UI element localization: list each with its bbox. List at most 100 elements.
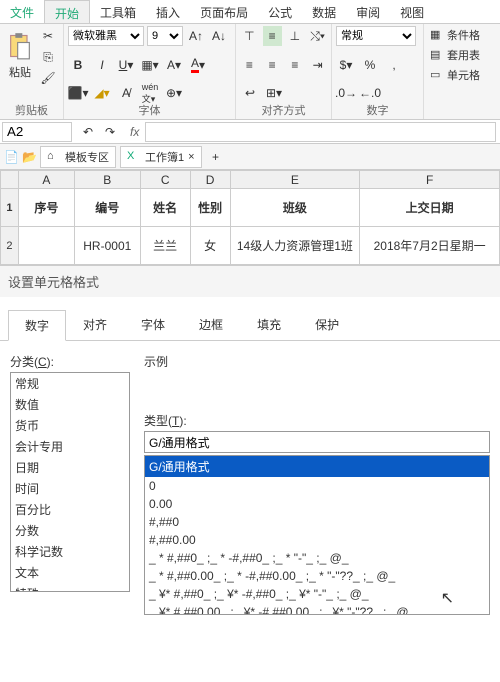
currency-icon[interactable]: $▾ bbox=[336, 55, 356, 75]
col-header-c[interactable]: C bbox=[140, 171, 190, 189]
tab-border[interactable]: 边框 bbox=[182, 309, 240, 340]
enter-icon[interactable]: ↷ bbox=[100, 122, 120, 142]
fill-color-icon[interactable]: ⬛▾ bbox=[68, 83, 88, 103]
menu-layout[interactable]: 页面布局 bbox=[190, 0, 258, 23]
category-item[interactable]: 特殊 bbox=[11, 583, 129, 592]
category-item[interactable]: 科学记数 bbox=[11, 541, 129, 562]
font-color-icon[interactable]: A▾ bbox=[188, 55, 208, 75]
font-name-select[interactable]: 微软雅黑 bbox=[68, 26, 144, 46]
row-header-2[interactable]: 2 bbox=[1, 227, 19, 265]
col-header-d[interactable]: D bbox=[190, 171, 230, 189]
category-item[interactable]: 分数 bbox=[11, 520, 129, 541]
menu-review[interactable]: 审阅 bbox=[346, 0, 390, 23]
increase-font-icon[interactable]: A↑ bbox=[186, 26, 206, 46]
col-header-e[interactable]: E bbox=[230, 171, 360, 189]
align-left-icon[interactable]: ≡ bbox=[240, 55, 259, 75]
category-item[interactable]: 日期 bbox=[11, 457, 129, 478]
workbook-tab[interactable]: X工作簿1× bbox=[120, 146, 202, 168]
menu-formulas[interactable]: 公式 bbox=[258, 0, 302, 23]
menu-view[interactable]: 视图 bbox=[390, 0, 434, 23]
cell[interactable]: 兰兰 bbox=[140, 227, 190, 265]
format-painter-icon[interactable]: 🖌 bbox=[38, 68, 58, 88]
close-tab-icon[interactable]: × bbox=[188, 151, 194, 163]
orientation-icon[interactable]: ⤭▾ bbox=[308, 26, 327, 46]
copy-icon[interactable]: ⎘ bbox=[38, 47, 58, 67]
conditional-format-button[interactable]: ▦条件格 bbox=[428, 26, 496, 44]
increase-decimal-icon[interactable]: .0→ bbox=[336, 83, 356, 103]
align-right-icon[interactable]: ≡ bbox=[286, 55, 305, 75]
tab-align[interactable]: 对齐 bbox=[66, 309, 124, 340]
cell[interactable]: HR-0001 bbox=[74, 227, 140, 265]
category-item[interactable]: 会计专用 bbox=[11, 436, 129, 457]
format-as-table-button[interactable]: ▤套用表 bbox=[428, 46, 496, 64]
font-size-select[interactable]: 9 bbox=[147, 26, 183, 46]
tab-protect[interactable]: 保护 bbox=[298, 309, 356, 340]
formula-input[interactable] bbox=[145, 122, 496, 142]
type-item[interactable]: _ ¥* #,##0_ ;_ ¥* -#,##0_ ;_ ¥* "-"_ ;_ … bbox=[145, 585, 489, 603]
add-tab-icon[interactable]: + bbox=[206, 147, 226, 167]
category-item[interactable]: 数值 bbox=[11, 394, 129, 415]
col-header-b[interactable]: B bbox=[74, 171, 140, 189]
wrap-text-icon[interactable]: ↩ bbox=[240, 83, 260, 103]
underline-icon[interactable]: U▾ bbox=[116, 55, 136, 75]
align-middle-icon[interactable]: ≡ bbox=[263, 26, 282, 46]
category-item[interactable]: 常规 bbox=[11, 373, 129, 394]
type-item[interactable]: 0 bbox=[145, 477, 489, 495]
category-item[interactable]: 文本 bbox=[11, 562, 129, 583]
number-format-select[interactable]: 常规 bbox=[336, 26, 416, 46]
cell[interactable]: 女 bbox=[190, 227, 230, 265]
cell[interactable]: 姓名 bbox=[140, 189, 190, 227]
type-item[interactable]: 0.00 bbox=[145, 495, 489, 513]
cell[interactable]: 14级人力资源管理1班 bbox=[230, 227, 360, 265]
name-box[interactable] bbox=[2, 122, 72, 142]
align-bottom-icon[interactable]: ⊥ bbox=[286, 26, 305, 46]
type-item[interactable]: _ * #,##0.00_ ;_ * -#,##0.00_ ;_ * "-"??… bbox=[145, 567, 489, 585]
fx-icon[interactable]: fx bbox=[124, 125, 145, 139]
cell[interactable]: 上交日期 bbox=[360, 189, 500, 227]
open-folder-icon[interactable]: 📂 bbox=[22, 150, 36, 164]
percent-icon[interactable]: % bbox=[360, 55, 380, 75]
type-item[interactable]: #,##0.00 bbox=[145, 531, 489, 549]
menu-file[interactable]: 文件 bbox=[0, 0, 44, 23]
type-listbox[interactable]: G/通用格式00.00#,##0#,##0.00_ * #,##0_ ;_ * … bbox=[144, 455, 490, 615]
merge-icon[interactable]: ⊞▾ bbox=[264, 83, 284, 103]
template-tab[interactable]: ⌂模板专区 bbox=[40, 146, 116, 168]
new-file-icon[interactable]: 📄 bbox=[4, 150, 18, 164]
col-header-f[interactable]: F bbox=[360, 171, 500, 189]
cell[interactable]: 性别 bbox=[190, 189, 230, 227]
strike-icon[interactable]: ⊕▾ bbox=[164, 83, 184, 103]
clear-format-icon[interactable]: A̸ bbox=[116, 83, 136, 103]
category-listbox[interactable]: 常规数值货币会计专用日期时间百分比分数科学记数文本特殊自定义 bbox=[10, 372, 130, 592]
phonetic-icon[interactable]: wén文▾ bbox=[140, 83, 160, 103]
font-color-a-icon[interactable]: A▾ bbox=[164, 55, 184, 75]
comma-icon[interactable]: , bbox=[384, 55, 404, 75]
menu-data[interactable]: 数据 bbox=[302, 0, 346, 23]
menu-home[interactable]: 开始 bbox=[44, 0, 90, 23]
cancel-icon[interactable]: ↶ bbox=[78, 122, 98, 142]
decrease-decimal-icon[interactable]: ←.0 bbox=[360, 83, 380, 103]
align-center-icon[interactable]: ≡ bbox=[263, 55, 282, 75]
type-item[interactable]: _ * #,##0_ ;_ * -#,##0_ ;_ * "-"_ ;_ @_ bbox=[145, 549, 489, 567]
bold-icon[interactable]: B bbox=[68, 55, 88, 75]
align-top-icon[interactable]: ⊤ bbox=[240, 26, 259, 46]
type-item[interactable]: G/通用格式 bbox=[145, 456, 489, 477]
menu-insert[interactable]: 插入 bbox=[146, 0, 190, 23]
cell[interactable]: 班级 bbox=[230, 189, 360, 227]
italic-icon[interactable]: I bbox=[92, 55, 112, 75]
cell[interactable]: 编号 bbox=[74, 189, 140, 227]
indent-icon[interactable]: ⇥ bbox=[308, 55, 327, 75]
border-icon[interactable]: ▦▾ bbox=[140, 55, 160, 75]
category-item[interactable]: 百分比 bbox=[11, 499, 129, 520]
category-item[interactable]: 货币 bbox=[11, 415, 129, 436]
decrease-font-icon[interactable]: A↓ bbox=[209, 26, 229, 46]
tab-font[interactable]: 字体 bbox=[124, 309, 182, 340]
category-item[interactable]: 时间 bbox=[11, 478, 129, 499]
paste-button[interactable]: 粘贴 bbox=[4, 26, 36, 88]
cell[interactable] bbox=[18, 227, 74, 265]
tab-fill[interactable]: 填充 bbox=[240, 309, 298, 340]
type-item[interactable]: _ ¥* #,##0.00_ ;_ ¥* -#,##0.00_ ;_ ¥* "-… bbox=[145, 603, 489, 615]
menu-toolbox[interactable]: 工具箱 bbox=[90, 0, 146, 23]
col-header-a[interactable]: A bbox=[18, 171, 74, 189]
type-item[interactable]: #,##0 bbox=[145, 513, 489, 531]
cell-styles-button[interactable]: ▭单元格 bbox=[428, 66, 496, 84]
